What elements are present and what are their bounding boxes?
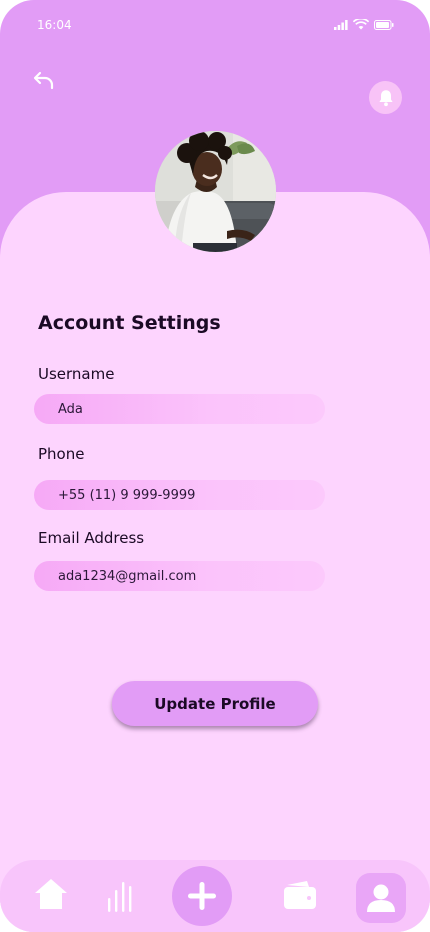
- update-profile-button[interactable]: Update Profile: [112, 681, 318, 726]
- phone-field[interactable]: +55 (11) 9 999-9999: [34, 480, 325, 510]
- phone-label: Phone: [38, 445, 85, 463]
- status-time: 16:04: [37, 18, 72, 32]
- status-bar: 16:04: [0, 0, 430, 50]
- home-icon: [35, 879, 67, 909]
- nav-wallet[interactable]: [283, 880, 317, 910]
- battery-icon: [374, 19, 394, 30]
- wallet-icon: [284, 881, 316, 909]
- status-icons: [334, 19, 394, 30]
- nav-add-button[interactable]: [172, 866, 232, 926]
- nav-home[interactable]: [33, 876, 69, 912]
- username-field[interactable]: Ada: [34, 394, 325, 424]
- username-label: Username: [38, 365, 115, 383]
- notifications-button[interactable]: [369, 81, 402, 114]
- bell-icon: [378, 89, 393, 106]
- back-button[interactable]: [32, 70, 56, 92]
- add-icon: [188, 882, 216, 910]
- phone-screen: 16:04 Account Settings Username Ada Phon…: [0, 0, 430, 932]
- avatar-photo: [155, 131, 276, 252]
- page-title: Account Settings: [38, 312, 221, 334]
- email-field[interactable]: ada1234@gmail.com: [34, 561, 325, 591]
- wifi-icon: [353, 19, 369, 30]
- stats-icon: [108, 882, 132, 912]
- signal-icon: [334, 19, 348, 30]
- back-arrow-icon: [33, 71, 54, 90]
- nav-profile[interactable]: [356, 873, 406, 923]
- email-label: Email Address: [38, 529, 145, 547]
- profile-icon: [367, 884, 395, 912]
- nav-stats[interactable]: [106, 880, 136, 912]
- avatar[interactable]: [155, 131, 276, 252]
